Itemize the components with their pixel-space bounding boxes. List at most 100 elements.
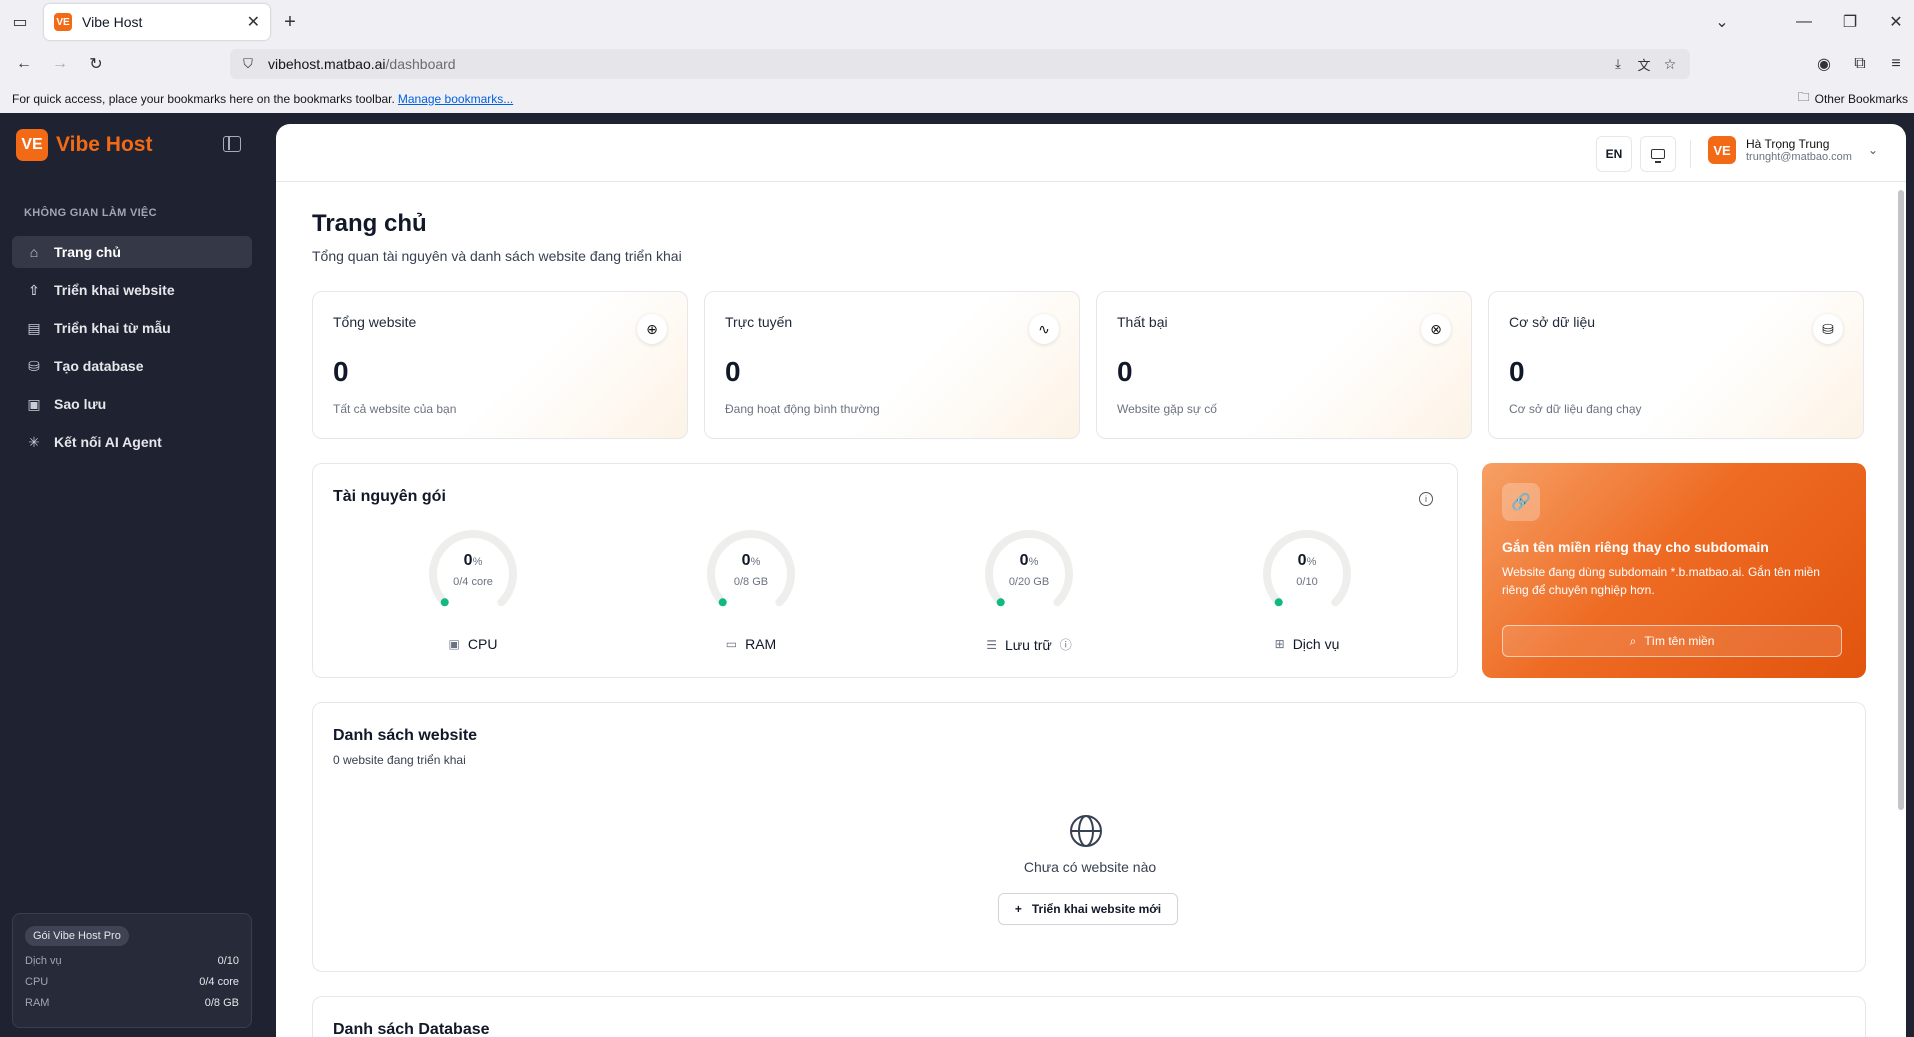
other-bookmarks[interactable]: 🗀 Other Bookmarks [1798,88,1908,109]
chevron-down-icon[interactable]: ⌄ [1710,10,1734,34]
forward-icon[interactable]: → [48,52,72,76]
reload-icon[interactable]: ↻ [84,52,108,76]
stat-label: Thất bại [1117,314,1168,330]
plan-row: CPU 0/4 core [25,976,239,988]
home-icon: ⌂ [29,244,39,260]
close-tab-icon[interactable]: ✕ [247,12,260,32]
sidebar-item-deploy-template[interactable]: ▤ Triển khai từ mẫu [12,312,252,344]
promo-text: Website đang dùng subdomain *.b.matbao.a… [1502,565,1820,597]
gauge-ring [985,530,1073,607]
gauge-label: ☰ Lưu trữ ⓘ [949,636,1109,653]
minimize-icon[interactable]: — [1792,10,1816,34]
gauge-label-text: CPU [467,636,498,652]
databases-card: Danh sách Database [312,996,1866,1037]
sidebar-item-label: Triển khai từ mẫu [54,320,171,336]
back-icon[interactable]: ← [12,52,36,76]
sidebar-item-deploy-website[interactable]: ⇧ Triển khai website [12,274,252,306]
logo-mark: VE [16,129,48,161]
gauge-percent: 0% [393,552,553,570]
sidebar-item-backup[interactable]: ▣ Sao lưu [12,388,252,420]
stat-label: Tổng website [333,314,417,330]
shield-icon[interactable]: ⛉ [240,56,256,72]
tab-list-icon[interactable]: ▭ [8,10,32,34]
plan-row-value: 0/10 [217,955,239,967]
gauge-label-text: Lưu trữ [1004,636,1052,653]
gauge-unit: % [472,556,483,568]
sidebar-nav: ⌂ Trang chủ ⇧ Triển khai website ▤ Triển kh… [12,236,252,464]
gauge-ring [1263,530,1351,607]
websites-title: Danh sách website [333,727,478,744]
folder-icon: 🗀 [1797,90,1810,104]
other-bookmarks-label: Other Bookmarks [1814,91,1908,106]
tab-bar: ▭ VE Vibe Host ✕ + ⌄ — ❐ ✕ [0,0,1914,44]
websites-card: Danh sách website 0 website đang triển k… [312,702,1866,972]
account-icon[interactable]: ◉ [1812,52,1836,76]
plus-icon: + [1014,902,1022,916]
sidebar-item-label: Kết nối AI Agent [54,434,162,450]
browser-tab[interactable]: VE Vibe Host ✕ [44,4,270,40]
stat-label: Trực tuyến [725,314,793,330]
gauge-percent-value: 0 [1019,552,1029,569]
plan-row-label: RAM [25,997,50,1009]
sidebar-item-label: Sao lưu [54,396,107,412]
theme-button[interactable] [1640,136,1676,172]
resources-card: Tài nguyên gói i 0% 0/4 core ▣ CPU 0% 0/8… [312,463,1458,678]
restore-icon[interactable]: ❐ [1838,10,1862,34]
custom-domain-promo: 🔗 Gắn tên miền riêng thay cho subdomain … [1482,463,1866,678]
search-icon: ⌕ [1629,633,1637,648]
monitor-icon [1651,149,1665,163]
stat-desc: Cơ sở dữ liệu đang chạy [1509,402,1642,416]
websites-count: 0 website đang triển khai [333,753,466,767]
extensions-icon[interactable]: ⧉ [1848,52,1872,76]
star-icon[interactable]: ☆ [1662,56,1678,72]
url-bar[interactable]: ⛉ vibehost.matbao.ai/dashboard ⤓ 文 ☆ [230,49,1690,79]
resources-title: Tài nguyên gói [333,488,446,505]
stat-value: 0 [1117,356,1133,387]
page-subtitle: Tổng quan tài nguyên và danh sách websit… [312,248,682,264]
link-icon: 🔗 [1502,483,1540,521]
sidebar-item-create-database[interactable]: ⛁ Tạo database [12,350,252,382]
save-page-icon[interactable]: ⤓ [1610,56,1626,72]
manage-bookmarks-link[interactable]: Manage bookmarks... [398,92,513,106]
gauge-usage: 0/4 core [453,576,493,588]
plan-row: Dịch vụ 0/10 [25,955,239,967]
menu-icon[interactable]: ≡ [1884,52,1908,76]
gauge-ring [707,530,795,607]
sidebar-toggle-icon[interactable] [223,136,241,152]
info-icon[interactable]: ⓘ [1060,636,1072,653]
chevron-down-icon[interactable]: ⌄ [1868,143,1878,157]
user-email: trunght@matbao.com [1746,151,1852,163]
plan-row-label: Dịch vụ [25,955,62,967]
stat-value: 0 [1509,356,1525,387]
stat-card-failed: Thất bại 0 Website gặp sự cố ⊗ [1096,291,1472,439]
sidebar-item-ai-agent[interactable]: ✳ Kết nối AI Agent [12,426,252,458]
storage-icon: ☰ [986,637,997,652]
close-window-icon[interactable]: ✕ [1884,10,1908,34]
sidebar-item-home[interactable]: ⌂ Trang chủ [12,236,252,268]
divider [1690,140,1691,168]
memory-icon: ▭ [725,637,738,651]
find-domain-button[interactable]: ⌕ Tìm tên miền [1502,625,1842,657]
top-bar: EN VE Hà Trọng Trung trunght@matbao.com … [276,124,1906,182]
stat-desc: Website gặp sự cố [1117,402,1217,416]
user-menu[interactable]: VE Hà Trọng Trung trunght@matbao.com ⌄ [1708,136,1878,164]
gauge-percent: 0% [949,552,1109,570]
databases-title: Danh sách Database [333,1021,490,1037]
gauge-label-text: RAM [745,636,777,652]
activity-icon: ∿ [1029,314,1059,344]
gauge-label: ▣ CPU [393,636,553,652]
plan-summary: Gói Vibe Host Pro Dịch vụ 0/10 CPU 0/4 cor… [12,913,252,1028]
sidebar-item-label: Trang chủ [54,244,121,260]
deploy-new-website-button[interactable]: + Triển khai website mới [998,893,1178,925]
new-tab-icon[interactable]: + [278,10,302,34]
language-button[interactable]: EN [1596,136,1632,172]
plan-row-label: CPU [25,976,49,988]
browser-chrome: ▭ VE Vibe Host ✕ + ⌄ — ❐ ✕ ← → ↻ ⛉ vibeh… [0,0,1914,113]
gauge-usage: 0/8 GB [733,576,769,588]
scrollbar[interactable] [1898,190,1904,810]
gauge-ram: 0% 0/8 GB ▭ RAM [671,524,831,674]
sidebar: VE Vibe Host KHÔNG GIAN LÀM VIỆC ⌂ Trang … [0,113,276,1037]
translate-icon[interactable]: 文 [1636,56,1652,73]
logo[interactable]: VE Vibe Host [16,129,152,161]
info-icon[interactable]: i [1419,492,1433,506]
